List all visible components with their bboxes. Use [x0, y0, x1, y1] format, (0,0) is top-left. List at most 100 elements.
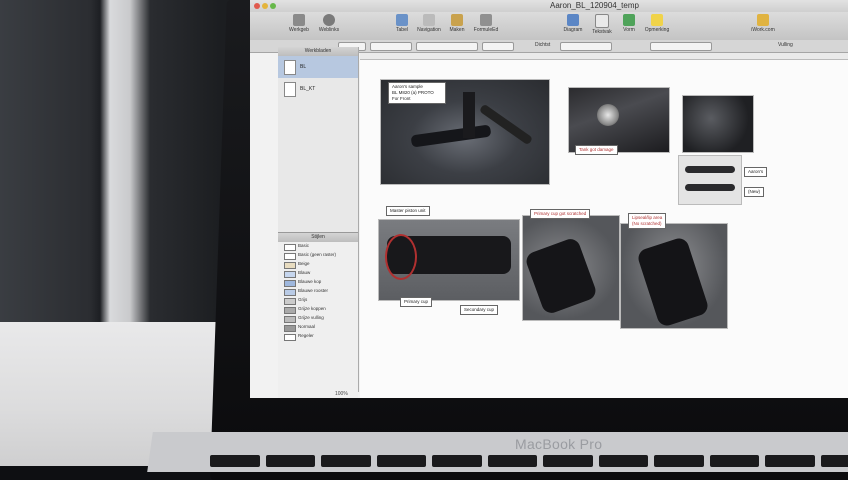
make-label: Maken — [449, 27, 465, 33]
note-line: (New) — [748, 189, 760, 194]
style-label: Normaal — [298, 324, 316, 329]
canvases-label: Werkgeb — [289, 27, 309, 33]
style-item[interactable]: Blauwe kop — [278, 278, 358, 287]
shape-icon — [623, 14, 635, 26]
style-swatch — [284, 271, 296, 278]
style-item[interactable]: Grijs — [278, 296, 358, 305]
style-swatch — [284, 298, 296, 305]
note-lipseal[interactable]: Lipseal/lip area (No scratched) — [628, 213, 667, 229]
note-line: Secondary cup — [464, 307, 495, 312]
textbox-icon — [595, 14, 609, 28]
comment-icon — [651, 14, 663, 26]
formula-icon — [480, 14, 492, 26]
navigation-label: Navigation — [417, 27, 441, 33]
horizontal-ruler — [360, 53, 848, 60]
style-item[interactable]: Regeler — [278, 332, 358, 341]
note-line: Primary cup got scratched — [534, 211, 587, 216]
lipseal-photo[interactable] — [620, 223, 728, 329]
bolt-photo[interactable] — [568, 87, 670, 153]
style-label: Grijze vulling — [298, 315, 324, 320]
style-item[interactable]: Normaal — [278, 323, 358, 332]
close-icon[interactable] — [254, 3, 260, 9]
style-item[interactable]: Blauwe rooster — [278, 287, 358, 296]
zoom-status[interactable]: 100% — [335, 391, 348, 397]
minimize-icon[interactable] — [262, 3, 268, 9]
sheet-label: BL_KT — [300, 86, 316, 92]
sheet-item-bl[interactable]: BL — [278, 56, 358, 78]
keyboard-row — [210, 455, 848, 467]
style-swatch — [284, 244, 296, 251]
style-label: Basic — [298, 243, 310, 248]
style-item[interactable]: Grijze koppen — [278, 305, 358, 314]
style-swatch — [284, 325, 296, 332]
formula-label: FormuleEd — [473, 27, 499, 33]
style-swatch — [284, 253, 296, 260]
note-secondary[interactable]: Secondary cup — [460, 305, 499, 315]
style-swatch — [284, 307, 296, 314]
diagram-label: Diagram — [563, 27, 583, 33]
style-label: Beige — [298, 261, 310, 266]
note-line: Aaron's — [748, 169, 764, 174]
sheet-canvas[interactable]: Aaron's sample BL M820 (a) PROTO For Fro… — [360, 53, 848, 398]
gear-icon — [323, 14, 335, 26]
comment-button[interactable]: Opmerking — [640, 14, 674, 33]
sheets-sidebar: Werkbladen BL BL_KT Stijlen Basic Basic … — [278, 47, 359, 398]
style-swatch — [284, 334, 296, 341]
style-item[interactable]: Blauw — [278, 269, 358, 278]
styles-panel: Stijlen Basic Basic (geen raster) Beige … — [278, 232, 358, 398]
piston-photo[interactable] — [378, 219, 520, 301]
styles-header: Stijlen — [278, 233, 358, 242]
make-icon — [451, 14, 463, 26]
note-primarycup[interactable]: Primary cup — [400, 297, 433, 307]
note-new[interactable]: (New) — [744, 187, 764, 197]
style-swatch — [284, 280, 296, 287]
laptop-screen: Aaron_BL_120904_temp Werkgeb Weblinks Ta… — [250, 0, 848, 398]
zoom-icon[interactable] — [270, 3, 276, 9]
main-toolbar: Werkgeb Weblinks Tabel Navigation Maken … — [250, 12, 848, 41]
cap-photo[interactable] — [682, 95, 754, 153]
comment-label: Opmerking — [644, 27, 670, 33]
note-sample[interactable]: Aaron's sample BL M820 (a) PROTO For Fro… — [388, 82, 446, 104]
sheet-icon — [284, 60, 296, 75]
note-bolt[interactable]: Tank got damage — [575, 145, 618, 155]
note-primary[interactable]: Primary cup got scratched — [530, 209, 591, 219]
style-swatch — [284, 316, 296, 323]
size-select[interactable] — [370, 42, 412, 51]
window-title: Aaron_BL_120904_temp — [550, 1, 639, 10]
align-select[interactable] — [482, 42, 514, 51]
style-item[interactable]: Basic (geen raster) — [278, 251, 358, 260]
style-label: Grijs — [298, 297, 308, 302]
style-swatch — [284, 262, 296, 269]
weblinks-button[interactable]: Weblinks — [312, 14, 346, 33]
iwork-button[interactable]: iWork.com — [746, 14, 780, 33]
pins-photo[interactable] — [678, 155, 742, 205]
style-label: Basic (geen raster) — [298, 252, 337, 257]
style-item[interactable]: Beige — [278, 260, 358, 269]
note-aaron[interactable]: Aaron's — [744, 167, 768, 177]
diagram-icon — [567, 14, 579, 26]
border-select[interactable] — [650, 42, 712, 51]
note-master[interactable]: Master piston unit — [386, 206, 430, 216]
primary-cup-photo[interactable] — [522, 215, 620, 321]
setting-label: Vulling — [778, 42, 793, 48]
fill-select[interactable] — [560, 42, 612, 51]
weblinks-label: Weblinks — [318, 27, 340, 33]
sheet-item-bl-kt[interactable]: BL_KT — [278, 78, 358, 100]
formula-button[interactable]: FormuleEd — [469, 14, 503, 33]
table-icon — [396, 14, 408, 26]
zoom-select[interactable]: Dichtst — [535, 42, 550, 48]
canvases-button[interactable]: Werkgeb — [282, 14, 316, 33]
textbox-label: Tekstvak — [592, 29, 612, 35]
navigation-icon — [423, 14, 435, 26]
note-line: For Front — [392, 96, 411, 101]
note-line: Tank got damage — [579, 147, 614, 152]
title-bar: Aaron_BL_120904_temp — [250, 0, 848, 12]
style-select[interactable] — [416, 42, 478, 51]
style-item[interactable]: Grijze vulling — [278, 314, 358, 323]
shape-label: Vorm — [623, 27, 635, 33]
table-label: Tabel — [396, 27, 408, 33]
sheets-header: Werkbladen — [278, 47, 358, 56]
style-item[interactable]: Basic — [278, 242, 358, 251]
note-line: (No scratched) — [632, 221, 662, 226]
device-brand: MacBook Pro — [515, 436, 603, 452]
